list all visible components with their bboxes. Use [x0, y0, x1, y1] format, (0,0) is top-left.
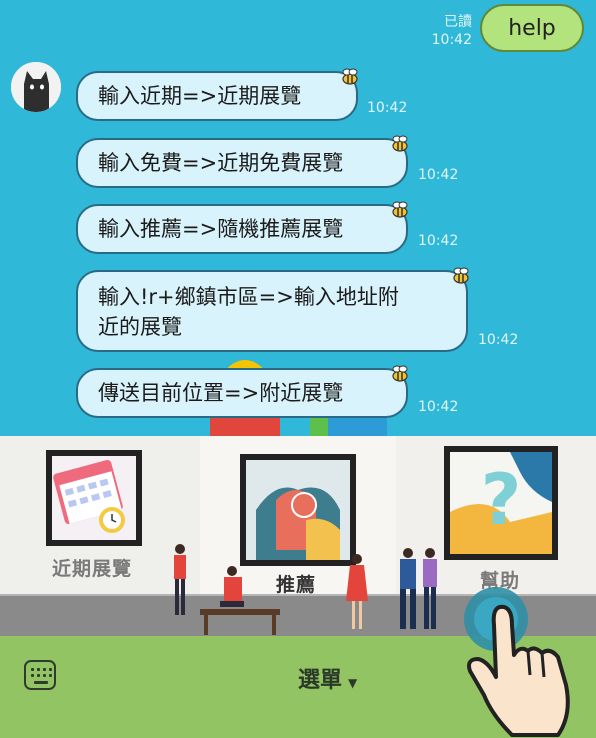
bee-icon — [342, 68, 358, 85]
message-time: 10:42 — [418, 233, 459, 249]
cat-avatar-icon — [11, 62, 61, 112]
message-time: 10:42 — [418, 399, 459, 415]
chat-area[interactable]: 已讀 10:42 help 輸入近期=>近期展覽 10:42 輸入免費=>近期免… — [0, 0, 596, 436]
artwork-frame — [46, 450, 142, 546]
artwork-frame: ? — [444, 446, 558, 560]
bot-message-text: 輸入近期=>近期展覽 — [98, 84, 302, 108]
bot-message-bubble[interactable]: 輸入免費=>近期免費展覽 — [76, 138, 408, 188]
bot-message-text-line1: 輸入!r+鄉鎮市區=>輸入地址附 — [98, 285, 399, 309]
rich-menu-label-recent: 近期展覽 — [52, 558, 133, 580]
sent-message-text: help — [508, 15, 556, 41]
bot-message-bubble[interactable]: 輸入近期=>近期展覽 — [76, 71, 358, 121]
calendar-clock-icon — [52, 456, 136, 540]
bot-avatar[interactable] — [11, 62, 61, 112]
bee-icon — [453, 267, 469, 284]
sent-message-bubble[interactable]: help — [480, 4, 584, 52]
bot-message-bubble[interactable]: 傳送目前位置=>附近展覽 — [76, 368, 408, 418]
bee-icon — [392, 135, 408, 152]
menu-toggle-label: 選單 — [298, 668, 343, 693]
bee-icon — [392, 201, 408, 218]
message-time: 10:42 — [418, 167, 459, 183]
bee-icon — [392, 365, 408, 382]
tapping-hand-icon — [464, 587, 570, 737]
bot-message-text-line2: 近的展覽 — [98, 315, 182, 339]
bot-message-text: 傳送目前位置=>附近展覽 — [98, 381, 344, 405]
menu-toggle-button[interactable]: 選單 ▼ — [298, 662, 357, 694]
message-time: 10:42 — [367, 100, 408, 116]
read-status: 已讀 — [444, 14, 472, 30]
svg-text:?: ? — [481, 459, 522, 541]
message-time: 10:42 — [478, 332, 519, 348]
bot-message-bubble[interactable]: 輸入推薦=>隨機推薦展覽 — [76, 204, 408, 254]
question-mark-art-icon: ? — [450, 452, 552, 554]
bot-message-text: 輸入推薦=>隨機推薦展覽 — [98, 217, 344, 241]
bot-message-text: 輸入免費=>近期免費展覽 — [98, 151, 344, 175]
sent-message-meta: 已讀 10:42 — [432, 13, 472, 49]
visitors-illustration — [174, 544, 437, 635]
sent-time: 10:42 — [431, 32, 472, 48]
bot-message-bubble[interactable]: 輸入!r+鄉鎮市區=>輸入地址附 近的展覽 — [76, 270, 468, 352]
keyboard-icon[interactable] — [24, 660, 56, 690]
caret-down-icon: ▼ — [348, 676, 358, 690]
